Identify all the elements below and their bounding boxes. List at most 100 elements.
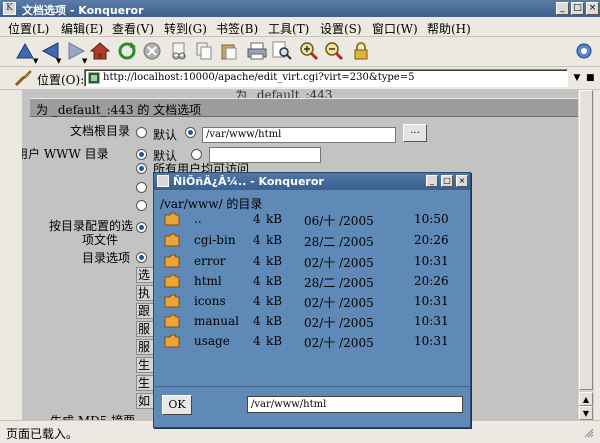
dir-size-unit: kB bbox=[266, 233, 283, 247]
dir-date: 02/十 /2005 bbox=[304, 316, 374, 330]
window-titlebar[interactable]: K 文档选项 - Konqueror _ □ × bbox=[0, 0, 600, 17]
back-dropdown-icon[interactable]: ▼ bbox=[56, 57, 61, 65]
zoom-out-icon[interactable] bbox=[323, 40, 345, 62]
menu-go[interactable]: 转到(G) bbox=[164, 20, 207, 37]
page-vertical-scrollbar[interactable]: ▲ ▼ bbox=[578, 90, 594, 420]
doc-root-default-radio[interactable] bbox=[136, 127, 147, 138]
dialog-minimize-icon[interactable]: _ bbox=[426, 175, 438, 187]
menu-tools[interactable]: 工具(T) bbox=[268, 20, 309, 37]
dir-name[interactable]: usage bbox=[194, 334, 230, 348]
menu-view[interactable]: 查看(V) bbox=[112, 20, 154, 37]
per-dir-label-line2: 项文件 bbox=[82, 233, 119, 247]
dialog-close-icon[interactable]: × bbox=[456, 175, 468, 187]
print-icon[interactable] bbox=[246, 40, 268, 62]
folder-icon bbox=[164, 254, 180, 268]
dir-time: 10:50 bbox=[414, 212, 449, 226]
dir-name[interactable]: error bbox=[194, 254, 226, 268]
reload-icon[interactable] bbox=[116, 40, 138, 62]
dir-list-item[interactable]: html 4 kB 28/二 /2005 20:26 bbox=[154, 272, 470, 292]
status-text: 页面已载入。 bbox=[6, 427, 79, 441]
dialog-footer: OK /var/www/html bbox=[154, 386, 470, 427]
folder-icon bbox=[164, 274, 180, 288]
konqueror-app-icon[interactable]: K bbox=[3, 2, 16, 15]
menu-bar: 位置(L) 编辑(E) 查看(V) 转到(G) 书签(B) 工具(T) 设置(S… bbox=[0, 17, 600, 37]
cut-icon[interactable] bbox=[168, 40, 190, 62]
page-favicon-icon bbox=[88, 72, 100, 84]
user-www-default-radio[interactable] bbox=[136, 149, 147, 160]
url-input[interactable]: http://localhost:10000/apache/edit_virt.… bbox=[84, 69, 568, 87]
doc-root-custom-radio[interactable] bbox=[185, 127, 196, 138]
user-www-custom-radio[interactable] bbox=[191, 149, 202, 160]
md5-digest-label: 生成 MD5 摘要 bbox=[50, 412, 135, 420]
per-dir-radio[interactable] bbox=[136, 222, 147, 233]
location-toolbar: 位置(O): http://localhost:10000/apache/edi… bbox=[0, 67, 600, 90]
window-title-separator: - bbox=[66, 4, 79, 17]
dir-name[interactable]: icons bbox=[194, 294, 226, 308]
dir-time: 20:26 bbox=[414, 233, 449, 247]
menu-help[interactable]: 帮助(H) bbox=[427, 20, 471, 37]
minimize-icon[interactable]: _ bbox=[556, 2, 569, 15]
dir-size-unit: kB bbox=[266, 334, 283, 348]
url-text: http://localhost:10000/apache/edit_virt.… bbox=[103, 72, 415, 83]
url-history-dropdown-icon[interactable]: ▼ bbox=[570, 70, 584, 86]
menu-bookmarks[interactable]: 书签(B) bbox=[216, 20, 258, 37]
folder-icon bbox=[164, 294, 180, 308]
doc-root-input[interactable]: /var/www/html bbox=[202, 127, 396, 143]
dir-name[interactable]: .. bbox=[194, 212, 202, 226]
dialog-titlebar[interactable]: ÑiÕñÄ¿Â¼.. - Konqueror _ □ × bbox=[154, 173, 470, 190]
all-users-radio[interactable] bbox=[136, 163, 147, 174]
dir-list-item[interactable]: cgi-bin 4 kB 28/二 /2005 20:26 bbox=[154, 231, 470, 251]
copy-icon[interactable] bbox=[193, 40, 215, 62]
clear-location-icon[interactable] bbox=[12, 67, 34, 89]
dir-name[interactable]: manual bbox=[194, 314, 239, 328]
dir-name[interactable]: cgi-bin bbox=[194, 233, 236, 247]
ok-button[interactable]: OK bbox=[162, 395, 192, 415]
dir-date: 02/十 /2005 bbox=[304, 296, 374, 310]
dialog-app-icon[interactable] bbox=[157, 175, 169, 187]
directory-chooser-dialog: ÑiÕñÄ¿Â¼.. - Konqueror _ □ × /var/www/ 的… bbox=[153, 172, 471, 428]
scroll-up-icon[interactable]: ▲ bbox=[579, 392, 593, 406]
close-icon[interactable]: × bbox=[586, 2, 599, 15]
dir-size: 4 bbox=[253, 334, 261, 348]
dir-list-item[interactable]: icons 4 kB 02/十 /2005 10:31 bbox=[154, 292, 470, 312]
find-icon[interactable] bbox=[271, 40, 293, 62]
menu-location[interactable]: 位置(L) bbox=[8, 20, 49, 37]
maximize-icon[interactable]: □ bbox=[571, 2, 584, 15]
scroll-down-icon[interactable]: ▼ bbox=[579, 406, 593, 420]
home-icon[interactable] bbox=[89, 40, 111, 62]
up-dropdown-icon[interactable]: ▼ bbox=[33, 57, 38, 65]
menu-edit[interactable]: 编辑(E) bbox=[61, 20, 103, 37]
dir-list-item[interactable]: manual 4 kB 02/十 /2005 10:31 bbox=[154, 312, 470, 332]
menu-window[interactable]: 窗口(W) bbox=[372, 20, 418, 37]
lock-icon[interactable] bbox=[350, 40, 372, 62]
dir-size-unit: kB bbox=[266, 212, 283, 226]
deny-users-radio[interactable] bbox=[136, 200, 147, 211]
dir-date: 02/十 /2005 bbox=[304, 256, 374, 270]
main-toolbar: ▼ ▼ ▼ bbox=[0, 37, 600, 67]
scrollbar-thumb[interactable] bbox=[579, 90, 593, 390]
paste-icon[interactable] bbox=[218, 40, 240, 62]
dir-size: 4 bbox=[253, 274, 261, 288]
dir-size: 4 bbox=[253, 212, 261, 226]
allow-users-radio[interactable] bbox=[136, 182, 147, 193]
doc-root-default-label: 默认 bbox=[153, 128, 178, 142]
doc-root-browse-button[interactable]: ... bbox=[403, 124, 427, 142]
resize-grip-icon[interactable] bbox=[584, 426, 594, 438]
dir-time: 10:31 bbox=[414, 314, 449, 328]
folder-icon bbox=[164, 233, 180, 247]
dir-name[interactable]: html bbox=[194, 274, 222, 288]
dir-list-item[interactable]: error 4 kB 02/十 /2005 10:31 bbox=[154, 252, 470, 272]
forward-dropdown-icon[interactable]: ▼ bbox=[82, 57, 87, 65]
url-go-icon[interactable]: ■ bbox=[586, 70, 598, 86]
dialog-maximize-icon[interactable]: □ bbox=[441, 175, 453, 187]
dir-list-item[interactable]: .. 4 kB 06/十 /2005 10:50 bbox=[154, 210, 470, 230]
dialog-title: ÑiÕñÄ¿Â¼.. - Konqueror bbox=[173, 175, 324, 188]
dir-size: 4 bbox=[253, 294, 261, 308]
settings-gear-icon[interactable] bbox=[573, 40, 595, 62]
stop-icon[interactable] bbox=[141, 40, 163, 62]
dir-list-item[interactable]: usage 4 kB 02/十 /2005 10:31 bbox=[154, 332, 470, 352]
selected-path-input[interactable]: /var/www/html bbox=[247, 396, 463, 413]
menu-settings[interactable]: 设置(S) bbox=[320, 20, 362, 37]
zoom-in-icon[interactable] bbox=[298, 40, 320, 62]
dir-options-radio[interactable] bbox=[136, 252, 147, 263]
